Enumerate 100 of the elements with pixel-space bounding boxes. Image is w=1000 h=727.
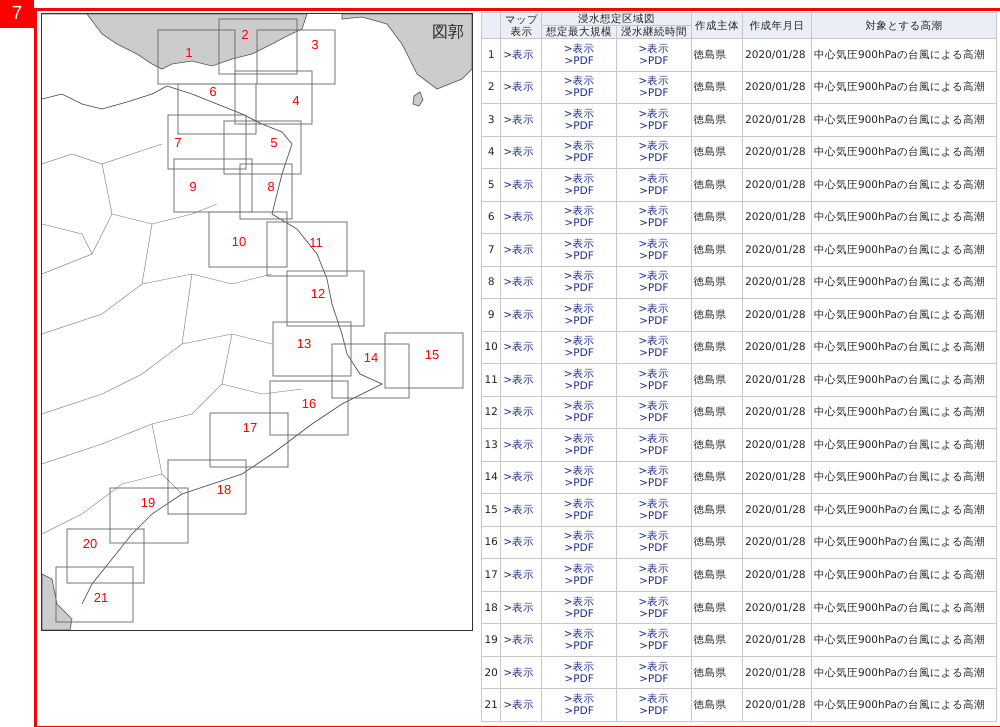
- pdf-link[interactable]: >PDF: [639, 672, 668, 685]
- view-link[interactable]: >表示: [638, 270, 670, 282]
- pdf-link[interactable]: >PDF: [639, 477, 668, 490]
- table-cell: 2020/01/28: [742, 364, 812, 396]
- pdf-link[interactable]: >PDF: [639, 282, 668, 294]
- pdf-link[interactable]: >PDF: [564, 54, 594, 67]
- pdf-link[interactable]: >PDF: [564, 282, 594, 294]
- view-link[interactable]: >表示: [564, 693, 595, 706]
- pdf-link[interactable]: >PDF: [564, 444, 594, 457]
- pdf-link[interactable]: >PDF: [639, 152, 668, 164]
- pdf-link[interactable]: >PDF: [639, 250, 668, 262]
- table-cell: 徳島県: [691, 168, 743, 202]
- pdf-link[interactable]: >PDF: [564, 477, 594, 490]
- pdf-link[interactable]: >PDF: [639, 542, 668, 554]
- view-link[interactable]: >表示: [564, 302, 595, 315]
- pdf-link[interactable]: >PDF: [639, 54, 668, 67]
- table-cell: 中心気圧900hPaの台風による高潮: [811, 38, 996, 72]
- row-number: 5: [482, 168, 501, 202]
- view-link[interactable]: >表示: [638, 432, 670, 445]
- view-link[interactable]: >表示: [638, 498, 670, 510]
- pdf-link[interactable]: >PDF: [564, 87, 594, 100]
- pdf-link[interactable]: >PDF: [564, 575, 594, 587]
- view-link[interactable]: >表示: [564, 368, 595, 380]
- pdf-link[interactable]: >PDF: [639, 575, 668, 587]
- view-link[interactable]: >表示: [638, 530, 670, 542]
- table-cell: 2020/01/28: [742, 428, 812, 462]
- view-link[interactable]: >表示: [638, 140, 670, 152]
- pdf-link[interactable]: >PDF: [564, 672, 594, 685]
- view-link[interactable]: >表示: [638, 172, 670, 185]
- pdf-link[interactable]: >PDF: [639, 217, 668, 230]
- pdf-link[interactable]: >PDF: [639, 184, 668, 197]
- view-link[interactable]: >表示: [638, 108, 670, 120]
- view-link[interactable]: >表示: [564, 42, 595, 55]
- row-number: 2: [482, 71, 501, 104]
- map-tile-number: 7: [174, 135, 182, 150]
- pdf-link[interactable]: >PDF: [639, 608, 668, 620]
- view-link[interactable]: >表示: [564, 172, 595, 185]
- pdf-link[interactable]: >PDF: [564, 640, 594, 652]
- pdf-link[interactable]: >PDF: [564, 412, 594, 424]
- view-link[interactable]: >表示: [564, 432, 595, 445]
- view-link[interactable]: >表示: [564, 140, 595, 152]
- pdf-link[interactable]: >PDF: [639, 314, 668, 327]
- row-number: 8: [482, 266, 501, 299]
- view-link[interactable]: >表示: [638, 42, 670, 55]
- view-link[interactable]: >表示: [638, 660, 670, 673]
- pdf-link[interactable]: >PDF: [639, 380, 668, 392]
- view-link[interactable]: >表示: [638, 335, 670, 348]
- row-number: 21: [482, 688, 501, 722]
- pdf-link[interactable]: >PDF: [639, 640, 668, 652]
- view-link[interactable]: >表示: [564, 108, 595, 120]
- pdf-link[interactable]: >PDF: [564, 510, 594, 522]
- pdf-link[interactable]: >PDF: [639, 412, 668, 424]
- pdf-link[interactable]: >PDF: [564, 542, 594, 554]
- pdf-link[interactable]: >PDF: [564, 608, 594, 620]
- view-link[interactable]: >表示: [564, 628, 595, 640]
- view-link[interactable]: >表示: [564, 596, 595, 608]
- view-link[interactable]: >表示: [564, 270, 595, 282]
- view-link[interactable]: >表示: [638, 238, 670, 250]
- pdf-link[interactable]: >PDF: [564, 120, 594, 132]
- pdf-link[interactable]: >PDF: [564, 314, 594, 327]
- pdf-link[interactable]: >PDF: [564, 380, 594, 392]
- table-cell: 中心気圧900hPaの台風による高潮: [811, 234, 996, 266]
- view-link[interactable]: >表示: [564, 335, 595, 348]
- view-link[interactable]: >表示: [638, 628, 670, 640]
- row-number: 12: [482, 396, 501, 429]
- pdf-link[interactable]: >PDF: [639, 444, 668, 457]
- view-link[interactable]: >表示: [564, 238, 595, 250]
- view-link[interactable]: >表示: [638, 596, 670, 608]
- pdf-link[interactable]: >PDF: [639, 87, 668, 100]
- view-link[interactable]: >表示: [564, 660, 595, 673]
- view-link[interactable]: >表示: [638, 693, 670, 706]
- view-link[interactable]: >表示: [638, 75, 670, 88]
- pdf-link[interactable]: >PDF: [564, 184, 594, 197]
- pdf-link[interactable]: >PDF: [564, 347, 594, 360]
- view-link[interactable]: >表示: [564, 75, 595, 88]
- pdf-link[interactable]: >PDF: [564, 217, 594, 230]
- pdf-link[interactable]: >PDF: [564, 705, 594, 718]
- pdf-link[interactable]: >PDF: [639, 510, 668, 522]
- view-link[interactable]: >表示: [564, 400, 595, 412]
- view-link[interactable]: >表示: [638, 465, 670, 478]
- pdf-link[interactable]: >PDF: [639, 120, 668, 132]
- table-cell: 徳島県: [691, 266, 743, 299]
- view-link[interactable]: >表示: [564, 530, 595, 542]
- view-link[interactable]: >表示: [638, 302, 670, 315]
- row-number: 13: [482, 428, 501, 462]
- view-link[interactable]: >表示: [638, 563, 670, 575]
- table-cell: 2020/01/28: [742, 234, 812, 266]
- view-link[interactable]: >表示: [564, 465, 595, 478]
- map-tile-number: 6: [209, 84, 217, 99]
- pdf-link[interactable]: >PDF: [639, 705, 668, 718]
- pdf-link[interactable]: >PDF: [564, 152, 594, 164]
- header-cell: 浸水継続時間: [616, 26, 692, 38]
- view-link[interactable]: >表示: [638, 368, 670, 380]
- view-link[interactable]: >表示: [564, 563, 595, 575]
- view-link[interactable]: >表示: [564, 205, 595, 218]
- view-link[interactable]: >表示: [638, 205, 670, 218]
- pdf-link[interactable]: >PDF: [564, 250, 594, 262]
- pdf-link[interactable]: >PDF: [639, 347, 668, 360]
- view-link[interactable]: >表示: [638, 400, 670, 412]
- view-link[interactable]: >表示: [564, 498, 595, 510]
